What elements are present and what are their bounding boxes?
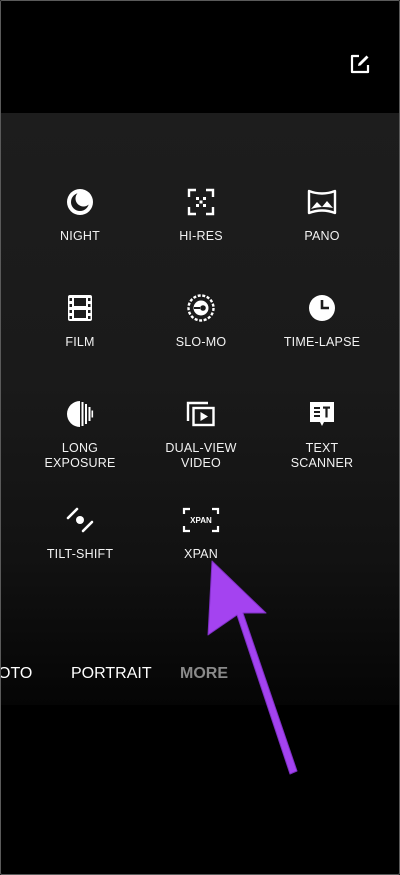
slo-mo-icon [187,294,215,322]
more-modes-panel: NIGHT HI-RES PANO FILM SLO-MO TIME-LAPSE… [1,113,399,705]
top-bar [1,1,399,113]
mode-time-lapse[interactable]: TIME-LAPSE [262,291,382,350]
tilt-shift-icon [66,507,94,533]
mode-label: PANO [304,229,340,243]
mode-slo-mo[interactable]: SLO-MO [141,291,261,350]
pano-icon [307,189,337,215]
long-exposure-icon [67,401,94,427]
edit-button[interactable] [347,51,373,77]
mode-label: LONG EXPOSURE [44,441,116,470]
mode-label: TIME-LAPSE [283,335,361,349]
tab-photo[interactable]: OTO [1,665,32,683]
xpan-icon: XPAN [182,507,220,533]
mode-label: NIGHT [60,229,100,243]
mode-film[interactable]: FILM [20,291,140,350]
mode-label: XPAN [184,547,218,561]
dual-view-video-icon [186,401,215,427]
mode-night[interactable]: NIGHT [20,185,140,244]
mode-long-exposure[interactable]: LONG EXPOSURE [20,397,140,471]
mode-text-scanner[interactable]: TEXT SCANNER [262,397,382,471]
mode-dual-view-video[interactable]: DUAL-VIEW VIDEO [141,397,261,471]
mode-label: HI-RES [179,229,223,243]
mode-pano[interactable]: PANO [262,185,382,244]
mode-label: FILM [65,335,95,349]
mode-xpan[interactable]: XPAN XPAN [141,503,261,562]
mode-hi-res[interactable]: HI-RES [141,185,261,244]
xpan-icon-text: XPAN [190,516,212,525]
mode-label: DUAL-VIEW VIDEO [165,441,237,470]
mode-label: SLO-MO [175,335,227,349]
night-icon [67,189,93,215]
mode-label: TEXT SCANNER [290,441,354,470]
edit-icon [350,54,370,74]
camera-screen: NIGHT HI-RES PANO FILM SLO-MO TIME-LAPSE… [0,0,400,875]
hi-res-icon [187,188,215,216]
text-scanner-icon [310,402,334,426]
tab-portrait[interactable]: PORTRAIT [71,665,152,683]
mode-bar: OTO PORTRAIT MORE [1,661,399,689]
tab-more[interactable]: MORE [180,665,228,683]
film-icon [68,295,92,321]
mode-label: TILT-SHIFT [46,547,114,561]
mode-tilt-shift[interactable]: TILT-SHIFT [20,503,140,562]
time-lapse-icon [309,295,335,321]
